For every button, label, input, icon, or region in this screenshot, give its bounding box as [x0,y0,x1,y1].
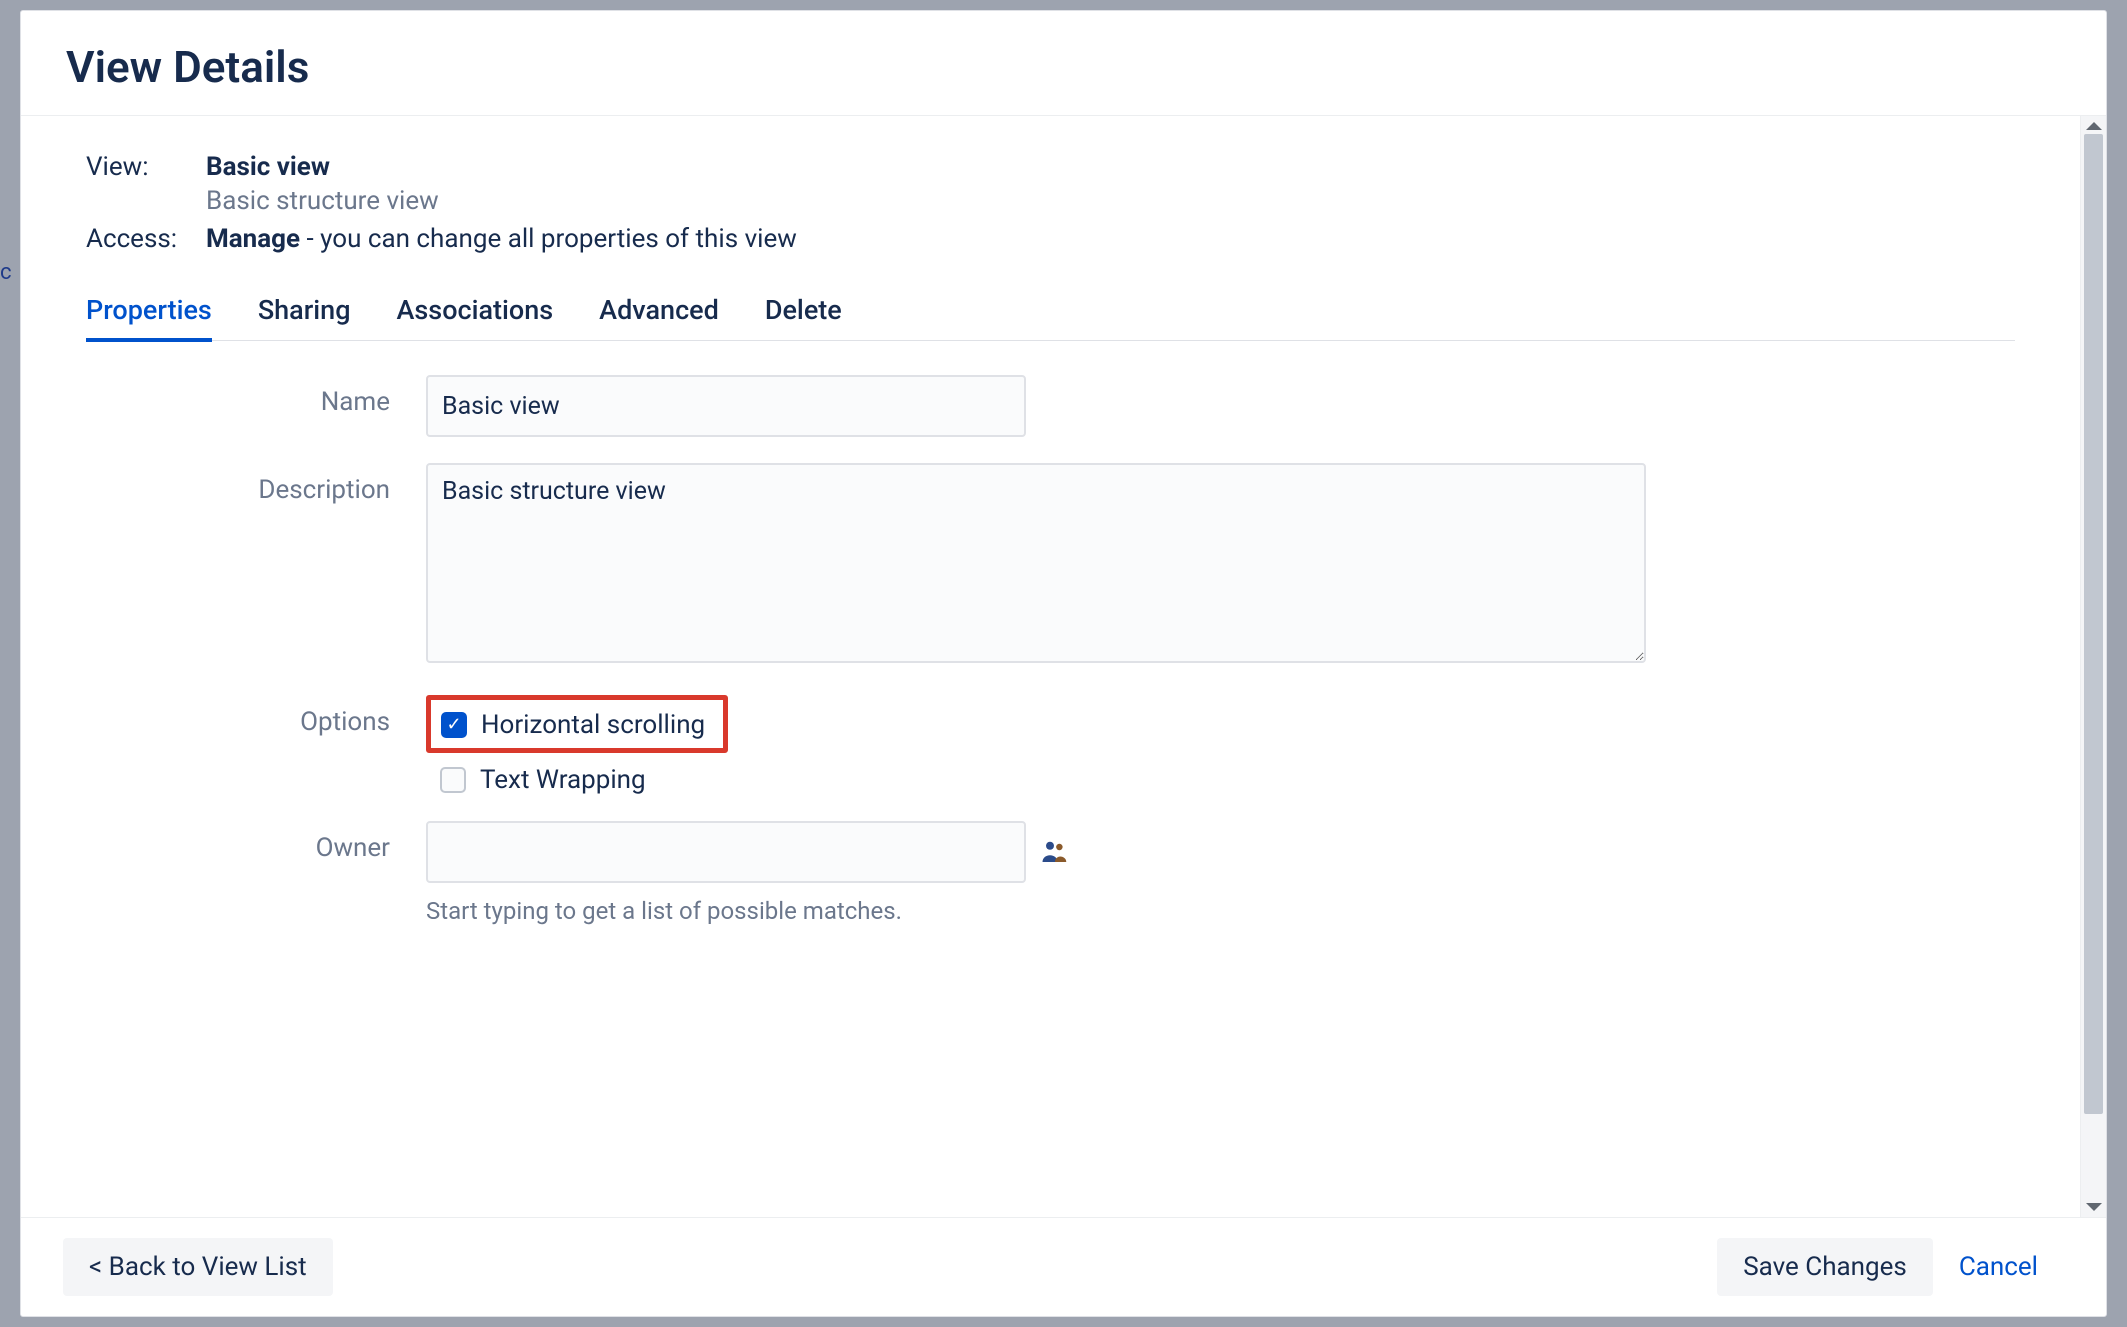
name-label: Name [86,375,426,417]
access-label: Access: [86,224,206,254]
view-label: View: [86,152,206,182]
form-row-owner: Owner Start typing to [86,821,2015,925]
tab-advanced[interactable]: Advanced [599,294,719,342]
view-description: Basic structure view [206,186,2015,216]
modal-body: View: Basic view Basic structure view Ac… [21,116,2080,1217]
checkbox-text-wrapping[interactable]: Text Wrapping [426,765,2015,795]
scroll-down-icon[interactable] [2086,1203,2102,1211]
view-details-modal: View Details View: Basic view Basic stru… [20,10,2107,1317]
tab-sharing[interactable]: Sharing [258,294,351,342]
checkbox-label-horizontal-scrolling: Horizontal scrolling [481,710,705,740]
modal-title: View Details [66,41,2061,93]
access-meta-row: Access: Manage - you can change all prop… [86,224,2015,254]
owner-label: Owner [86,821,426,863]
view-meta-row: View: Basic view [86,152,2015,182]
cancel-button[interactable]: Cancel [1933,1238,2064,1296]
tabs: Properties Sharing Associations Advanced… [86,294,2015,341]
modal-footer: < Back to View List Save Changes Cancel [21,1217,2106,1316]
options-label: Options [86,695,426,737]
tab-delete[interactable]: Delete [765,294,842,342]
access-value: Manage - you can change all properties o… [206,224,797,254]
vertical-scrollbar[interactable] [2080,116,2106,1217]
checkbox-icon-checked: ✓ [441,712,467,738]
owner-helper-text: Start typing to get a list of possible m… [426,897,2015,925]
form-row-description: Description [86,463,2015,669]
name-input[interactable] [426,375,1026,437]
scroll-track[interactable] [2081,134,2106,1199]
people-picker-icon[interactable] [1040,837,1070,867]
checkbox-horizontal-scrolling[interactable]: ✓ Horizontal scrolling [441,710,705,740]
access-level: Manage [206,224,300,254]
modal-header: View Details [21,11,2106,116]
checkbox-icon-unchecked [440,767,466,793]
owner-input[interactable] [426,821,1026,883]
tab-associations[interactable]: Associations [397,294,554,342]
scroll-up-icon[interactable] [2086,122,2102,130]
highlighted-horizontal-scrolling: ✓ Horizontal scrolling [426,695,728,753]
checkbox-label-text-wrapping: Text Wrapping [480,765,646,795]
view-name: Basic view [206,152,330,182]
background-obscured-text: c [0,0,20,1327]
description-label: Description [86,463,426,505]
description-input[interactable] [426,463,1646,663]
options-group: ✓ Horizontal scrolling Text Wrapping [426,695,2015,795]
form-row-options: Options ✓ Horizontal scrolling Text Wrap… [86,695,2015,795]
save-changes-button[interactable]: Save Changes [1717,1238,1933,1296]
form-row-name: Name [86,375,2015,437]
access-suffix: - you can change all properties of this … [300,224,797,254]
scroll-thumb[interactable] [2084,134,2103,1114]
tab-properties[interactable]: Properties [86,294,212,342]
modal-body-wrap: View: Basic view Basic structure view Ac… [21,116,2106,1217]
back-to-view-list-button[interactable]: < Back to View List [63,1238,333,1296]
